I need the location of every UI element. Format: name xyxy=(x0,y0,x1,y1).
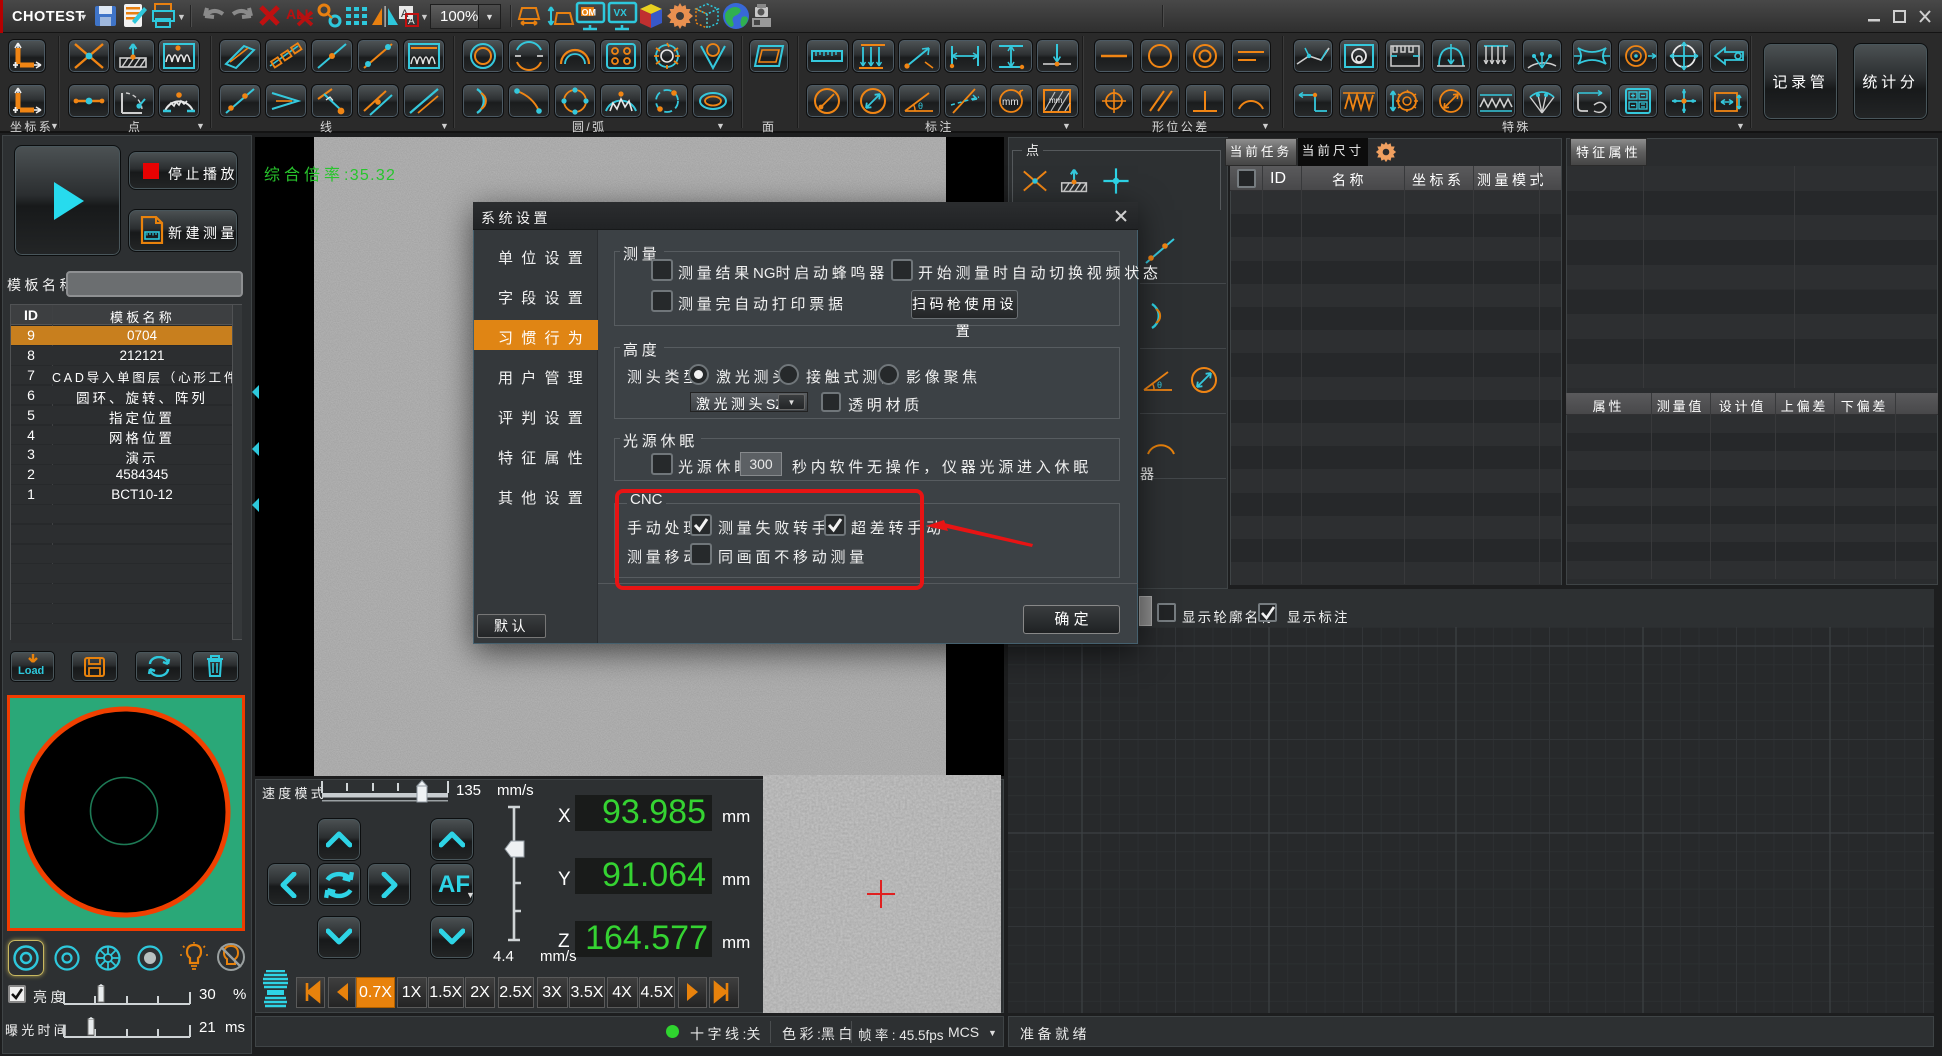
svg-text:A: A xyxy=(408,16,415,27)
svg-text:▼: ▼ xyxy=(177,12,186,22)
svg-text:OM: OM xyxy=(582,8,597,18)
svg-text:VX: VX xyxy=(614,8,628,19)
svg-text:▼: ▼ xyxy=(420,12,429,22)
